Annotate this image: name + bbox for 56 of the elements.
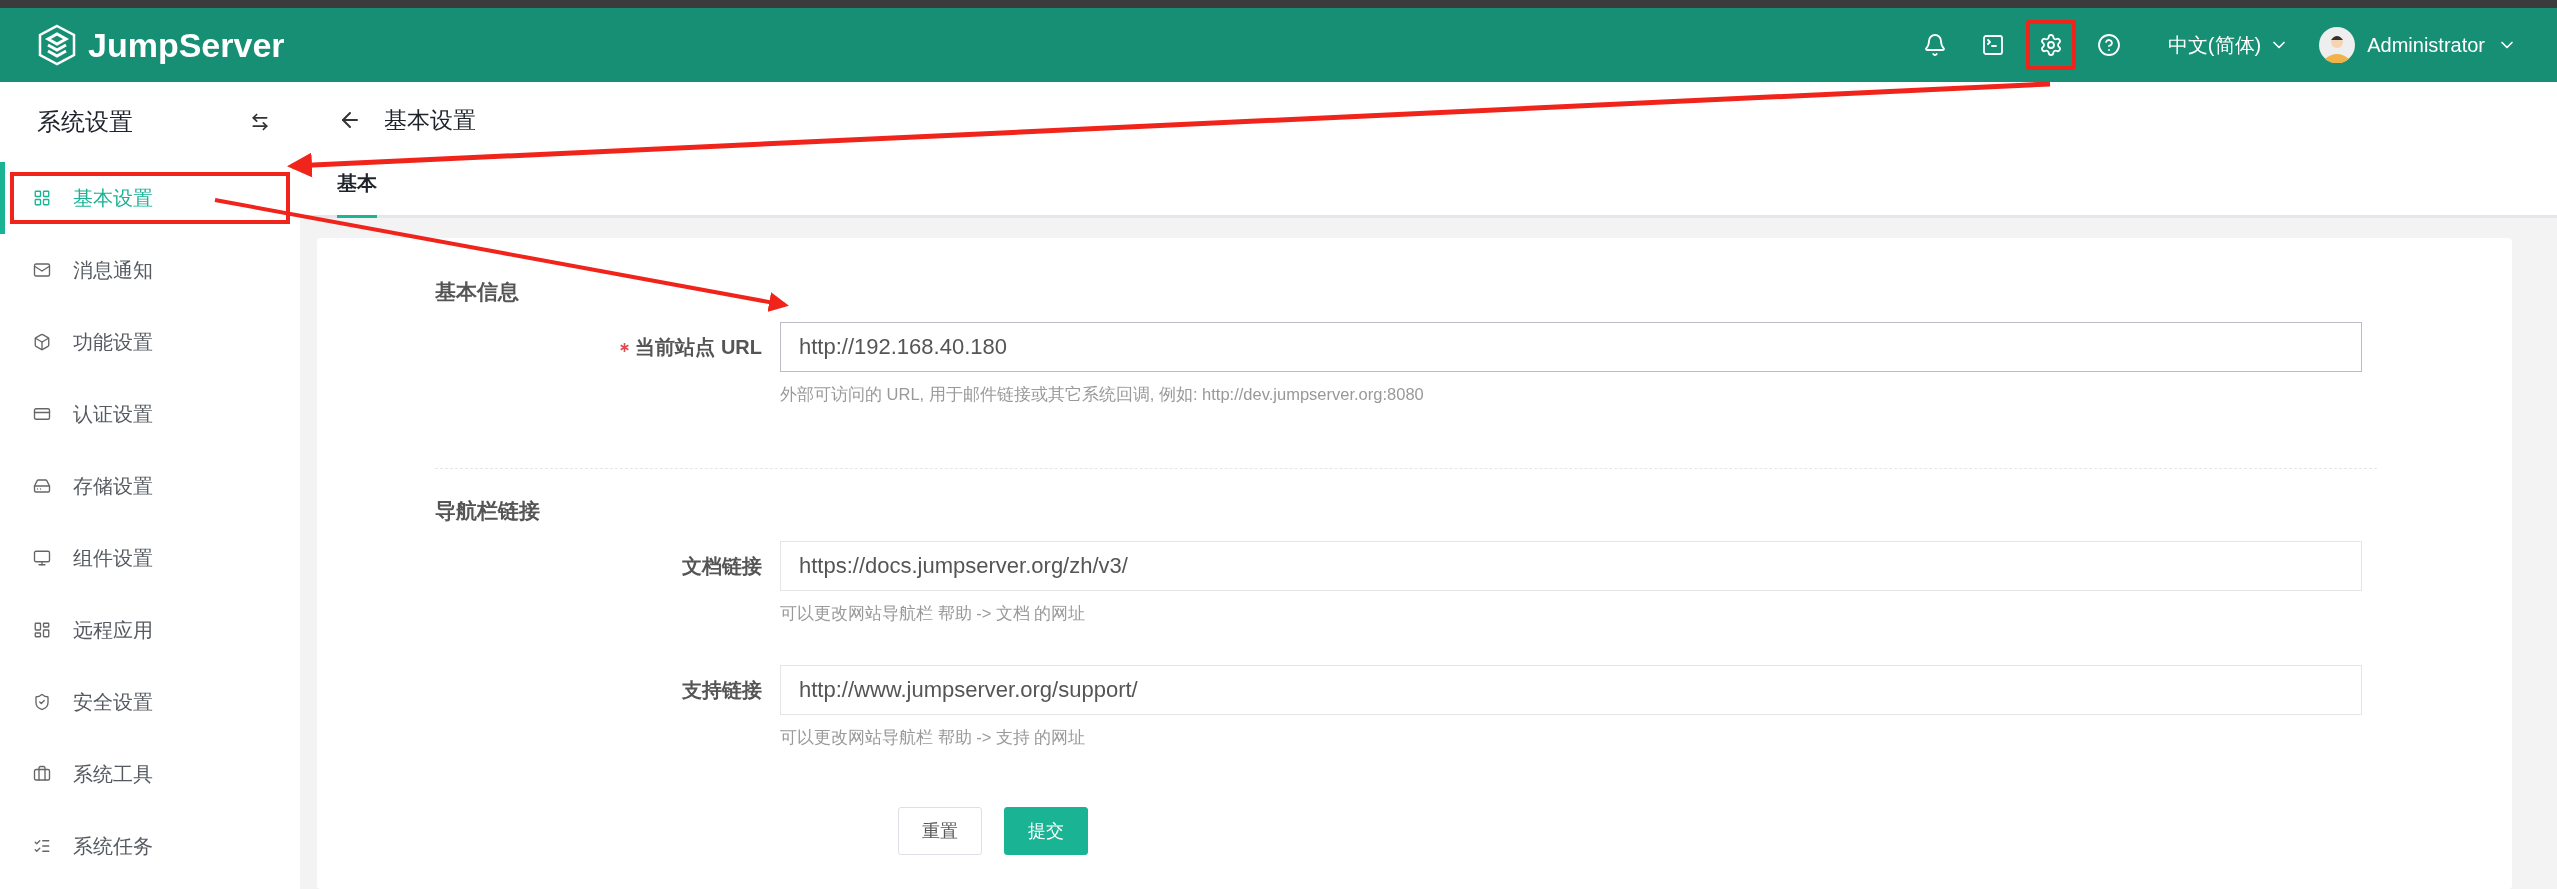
sidebar-item[interactable]: 消息通知 [0,234,300,306]
sidebar-item[interactable]: 功能设置 [0,306,300,378]
field-label: 当前站点 URL [635,334,762,360]
field-hint: 可以更改网站导航栏 帮助 -> 文档 的网址 [780,603,1087,624]
avatar-icon[interactable] [2319,27,2356,63]
checklist-icon [33,837,51,855]
terminal-icon[interactable] [1980,33,2005,57]
sidebar-label: 系统工具 [73,761,153,787]
sidebar-label: 认证设置 [73,401,153,427]
sidebar-item[interactable]: 组件设置 [0,522,300,594]
sidebar-label: 系统任务 [73,833,153,859]
grid-icon [33,189,51,207]
mail-icon [33,261,51,279]
sidebar-item[interactable]: 认证设置 [0,378,300,450]
section-title: 导航栏链接 [435,498,541,524]
language-selector[interactable]: 中文(简体) [2167,31,2262,59]
field-hint: 外部可访问的 URL, 用于邮件链接或其它系统回调, 例如: http://dev.jumpserver.org:8080 [780,384,1425,405]
toolbox-icon [33,765,51,783]
tab[interactable]: 基本 [337,158,377,218]
input-field[interactable]: http://192.168.40.180 [780,322,2362,372]
sidebar-label: 消息通知 [73,257,153,283]
field-label: 文档链接 [682,553,762,579]
settings-icon[interactable] [2038,33,2063,57]
sidebar-label: 组件设置 [73,545,153,571]
user-name[interactable]: Administrator [2367,33,2485,57]
sidebar-item[interactable]: 系统任务 [0,810,300,882]
section-title: 基本信息 [435,279,520,305]
sidebar-item[interactable]: 远程应用 [0,594,300,666]
monitor-icon [33,549,51,567]
sidebar-item[interactable]: 系统工具 [0,738,300,810]
collapse-icon[interactable] [250,112,270,132]
sidebar-label: 存储设置 [73,473,153,499]
sidebar-item[interactable]: 存储设置 [0,450,300,522]
sidebar-item[interactable]: 安全设置 [0,666,300,738]
logo-text: JumpServer [88,25,285,65]
input-field[interactable]: http://www.jumpserver.org/support/ [780,665,2362,715]
settings-icon-button[interactable] [2025,20,2076,70]
sidebar-title: 系统设置 [37,107,133,137]
required-icon [620,342,630,352]
field-hint: 可以更改网站导航栏 帮助 -> 支持 的网址 [780,727,1087,748]
drive-icon [33,477,51,495]
shield-icon [33,693,51,711]
apps-icon [33,621,51,639]
sidebar-label: 功能设置 [73,329,153,355]
field-label: 支持链接 [682,677,762,703]
help-icon[interactable] [2096,33,2121,57]
reset-button[interactable]: 重置 [898,807,982,855]
sidebar-label: 安全设置 [73,689,153,715]
cube-icon [33,333,51,351]
sidebar-label: 基本设置 [73,185,153,211]
logo-icon [36,24,78,66]
bell-icon[interactable] [1922,33,1947,57]
card-icon [33,405,51,423]
input-field[interactable]: https://docs.jumpserver.org/zh/v3/ [780,541,2362,591]
page-title: 基本设置 [384,105,476,135]
sidebar-label: 远程应用 [73,617,153,643]
